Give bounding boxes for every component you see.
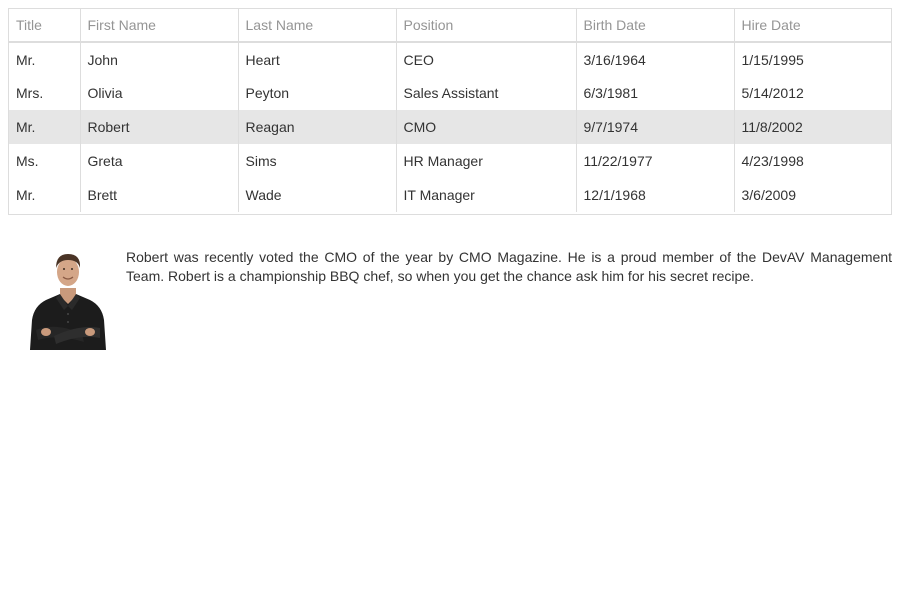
- column-header-position[interactable]: Position: [396, 9, 577, 43]
- cell-birth-date: 3/16/1964: [576, 42, 735, 76]
- cell-hire-date: 11/8/2002: [734, 110, 891, 144]
- column-header-last-name[interactable]: Last Name: [238, 9, 397, 43]
- employee-notes: Robert was recently voted the CMO of the…: [126, 249, 892, 284]
- table-row[interactable]: Ms. Greta Sims HR Manager 11/22/1977 4/2…: [9, 144, 891, 178]
- column-header-first-name[interactable]: First Name: [80, 9, 239, 43]
- cell-first-name: Robert: [80, 110, 239, 144]
- cell-title: Mrs.: [9, 76, 81, 110]
- cell-hire-date: 4/23/1998: [741, 153, 804, 169]
- cell-hire-date: 3/6/2009: [741, 187, 797, 203]
- table-row[interactable]: Mr. John Heart CEO 3/16/1964 1/15/1995: [9, 42, 891, 76]
- header-row: Title First Name Last Name Position Birt…: [9, 9, 891, 43]
- cell-birth-date: 12/1/1968: [576, 178, 735, 212]
- cell-first-name: Brett: [80, 178, 239, 212]
- cell-position: CEO: [396, 42, 577, 76]
- cell-birth-date: 11/22/1977: [576, 144, 735, 178]
- cell-hire-date: 1/15/1995: [741, 51, 804, 68]
- cell-last-name: Wade: [238, 178, 397, 212]
- cell-last-name: Reagan: [238, 110, 397, 144]
- cell-first-name: Olivia: [80, 76, 239, 110]
- cell-first-name: John: [80, 42, 239, 76]
- table-row[interactable]: Mrs. Olivia Peyton Sales Assistant 6/3/1…: [9, 76, 891, 110]
- cell-position: HR Manager: [396, 144, 577, 178]
- cell-title: Mr.: [9, 110, 81, 144]
- cell-title: Ms.: [9, 144, 81, 178]
- cell-birth-date: 6/3/1981: [576, 76, 735, 110]
- column-header-hire-date[interactable]: Hire Date: [734, 9, 891, 43]
- employees-grid: Title First Name Last Name Position Birt…: [8, 8, 892, 215]
- column-header-title[interactable]: Title: [9, 9, 81, 43]
- cell-position: Sales Assistant: [396, 76, 577, 110]
- cell-position: IT Manager: [396, 178, 577, 212]
- employees-table: Title First Name Last Name Position Birt…: [9, 9, 891, 212]
- cell-hire-date: 5/14/2012: [741, 85, 804, 101]
- cell-first-name: Greta: [80, 144, 239, 178]
- cell-title: Mr.: [9, 178, 81, 212]
- cell-title: Mr.: [9, 42, 81, 76]
- column-header-birth-date[interactable]: Birth Date: [576, 9, 735, 43]
- table-row[interactable]: Mr. Brett Wade IT Manager 12/1/1968 3/6/…: [9, 178, 891, 212]
- employee-detail-panel: Robert was recently voted the CMO of the…: [8, 240, 892, 360]
- employee-photo: [30, 254, 106, 350]
- cell-position: CMO: [396, 110, 577, 144]
- cell-last-name: Peyton: [238, 76, 397, 110]
- cell-last-name: Sims: [238, 144, 397, 178]
- cell-birth-date: 9/7/1974: [576, 110, 735, 144]
- table-row[interactable]: Mr. Robert Reagan CMO 9/7/1974 11/8/2002: [9, 110, 891, 144]
- cell-last-name: Heart: [238, 42, 397, 76]
